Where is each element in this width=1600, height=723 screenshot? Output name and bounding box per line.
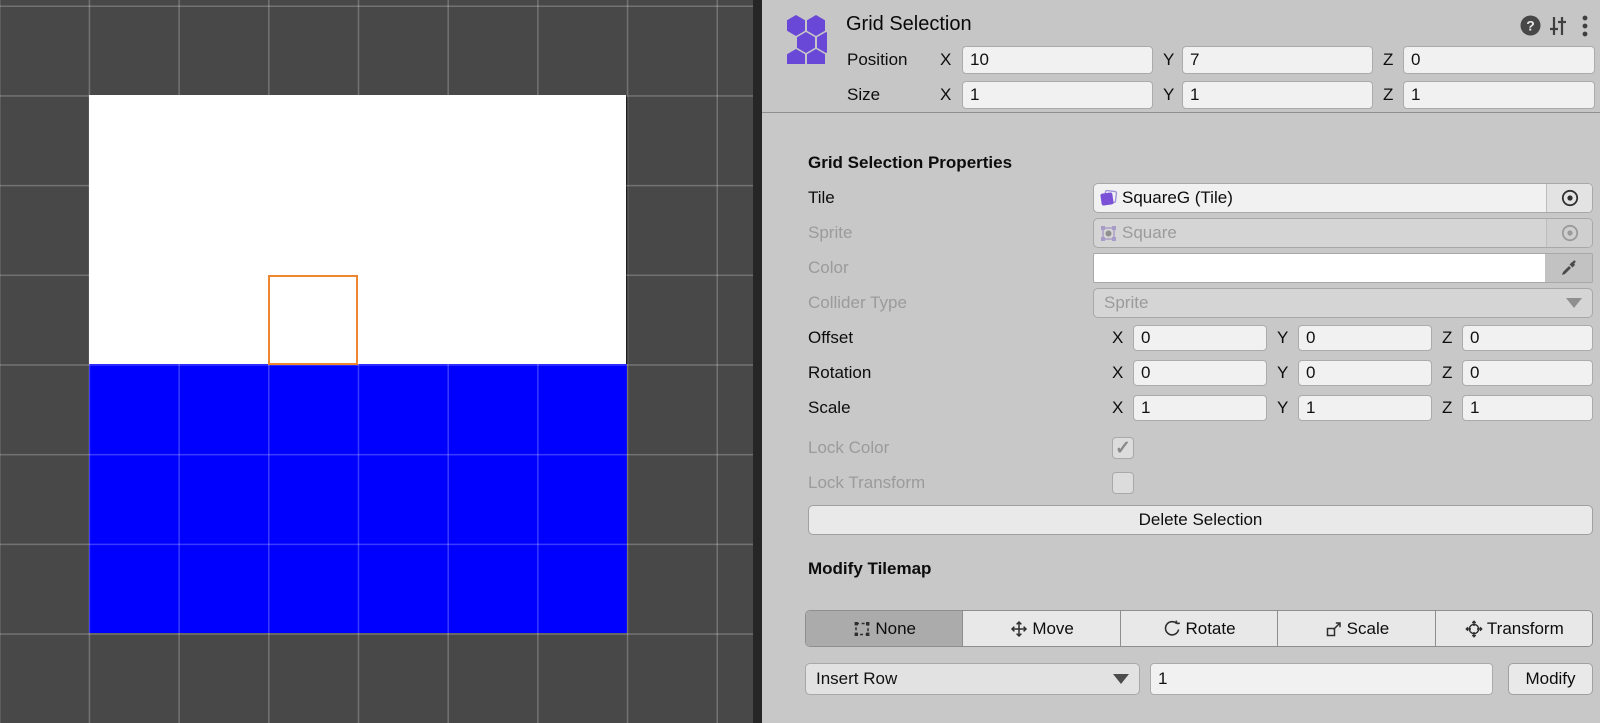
check-icon: ✓ xyxy=(1115,437,1131,460)
rotate-icon xyxy=(1162,619,1182,639)
modify-button-label: Modify xyxy=(1525,669,1575,689)
tool-none-label: None xyxy=(875,619,916,639)
lock-transform-label: Lock Transform xyxy=(808,472,925,494)
color-swatch[interactable] xyxy=(1093,253,1593,283)
offset-y-input[interactable] xyxy=(1298,325,1432,351)
scene-view[interactable] xyxy=(0,0,753,723)
position-y-input[interactable] xyxy=(1182,46,1373,74)
svg-text:?: ? xyxy=(1526,18,1535,34)
collider-type-label: Collider Type xyxy=(808,292,907,314)
scale-y-label: Y xyxy=(1277,397,1288,419)
tilemap-action-value: Insert Row xyxy=(816,669,1113,689)
delete-selection-label: Delete Selection xyxy=(1139,510,1263,530)
position-z-input[interactable] xyxy=(1403,46,1595,74)
size-y-label: Y xyxy=(1163,84,1174,106)
tile-asset-icon xyxy=(1099,189,1118,208)
grid-selection-properties-heading: Grid Selection Properties xyxy=(808,152,1012,174)
position-z-label: Z xyxy=(1383,49,1393,71)
panel-title: Grid Selection xyxy=(846,13,972,36)
inspector-header: Grid Selection ? xyxy=(762,0,1600,113)
modify-button[interactable]: Modify xyxy=(1508,663,1593,695)
tilemap-action-dropdown[interactable]: Insert Row xyxy=(805,663,1140,695)
offset-label: Offset xyxy=(808,327,853,349)
sprite-object-field: Square xyxy=(1093,218,1593,248)
tool-move-label: Move xyxy=(1032,619,1074,639)
rotation-label: Rotation xyxy=(808,362,871,384)
tilemap-blue-region xyxy=(89,364,627,633)
delete-selection-button[interactable]: Delete Selection xyxy=(808,505,1593,535)
modify-tool-group: None Move R xyxy=(805,610,1593,647)
rotation-z-label: Z xyxy=(1442,362,1452,384)
tool-transform-label: Transform xyxy=(1487,619,1564,639)
position-label: Position xyxy=(847,49,907,71)
tile-value: SquareG (Tile) xyxy=(1122,188,1233,208)
offset-y-label: Y xyxy=(1277,327,1288,349)
size-x-input[interactable] xyxy=(962,81,1153,109)
scale-icon xyxy=(1324,619,1344,639)
object-picker-icon-disabled xyxy=(1546,219,1592,247)
position-y-label: Y xyxy=(1163,49,1174,71)
collider-type-dropdown: Sprite xyxy=(1093,288,1593,318)
rotation-y-input[interactable] xyxy=(1298,360,1432,386)
chevron-down-icon xyxy=(1113,674,1129,684)
chevron-down-icon xyxy=(1566,298,1582,308)
object-picker-icon[interactable] xyxy=(1546,184,1592,212)
panel-divider[interactable] xyxy=(753,0,762,723)
tool-scale-label: Scale xyxy=(1347,619,1390,639)
help-icon[interactable]: ? xyxy=(1520,15,1541,36)
position-x-label: X xyxy=(940,49,951,71)
lock-transform-checkbox xyxy=(1112,472,1134,494)
tilemap-white-region xyxy=(89,95,627,364)
inspector-panel: Grid Selection ? xyxy=(762,0,1600,723)
scale-z-label: Z xyxy=(1442,397,1452,419)
move-arrows-icon xyxy=(1009,619,1029,639)
rotation-x-input[interactable] xyxy=(1133,360,1267,386)
tool-scale-button[interactable]: Scale xyxy=(1278,611,1435,646)
rotation-y-label: Y xyxy=(1277,362,1288,384)
scale-x-input[interactable] xyxy=(1133,395,1267,421)
scale-y-input[interactable] xyxy=(1298,395,1432,421)
size-z-label: Z xyxy=(1383,84,1393,106)
offset-x-label: X xyxy=(1112,327,1123,349)
grid-selection-icon xyxy=(783,14,827,64)
tool-none-button[interactable]: None xyxy=(806,611,963,646)
tilemap-right-edge xyxy=(626,95,628,364)
size-y-input[interactable] xyxy=(1182,81,1373,109)
tool-rotate-button[interactable]: Rotate xyxy=(1121,611,1278,646)
sprite-label: Sprite xyxy=(808,222,852,244)
lock-color-checkbox: ✓ xyxy=(1112,437,1134,459)
tile-object-field[interactable]: SquareG (Tile) xyxy=(1093,183,1593,213)
presets-icon[interactable] xyxy=(1548,16,1568,36)
tool-transform-button[interactable]: Transform xyxy=(1436,611,1592,646)
transform-icon xyxy=(1464,619,1484,639)
collider-type-value: Sprite xyxy=(1104,293,1566,313)
tool-rotate-label: Rotate xyxy=(1185,619,1235,639)
offset-x-input[interactable] xyxy=(1133,325,1267,351)
size-x-label: X xyxy=(940,84,951,106)
modify-tilemap-heading: Modify Tilemap xyxy=(808,558,931,580)
grid-selection-outline xyxy=(268,275,358,365)
tool-move-button[interactable]: Move xyxy=(963,611,1120,646)
selection-rect-icon xyxy=(852,619,872,639)
eyedropper-icon[interactable] xyxy=(1545,254,1592,282)
action-count-input[interactable] xyxy=(1150,663,1493,695)
scale-label: Scale xyxy=(808,397,851,419)
size-label: Size xyxy=(847,84,880,106)
offset-z-input[interactable] xyxy=(1462,325,1593,351)
position-x-input[interactable] xyxy=(962,46,1153,74)
more-options-icon[interactable] xyxy=(1582,15,1588,37)
scale-x-label: X xyxy=(1112,397,1123,419)
sprite-value: Square xyxy=(1122,223,1177,243)
rotation-z-input[interactable] xyxy=(1462,360,1593,386)
color-label: Color xyxy=(808,257,849,279)
tile-label: Tile xyxy=(808,187,835,209)
app-window: Grid Selection ? xyxy=(0,0,1600,723)
sprite-asset-icon xyxy=(1099,224,1118,243)
scale-z-input[interactable] xyxy=(1462,395,1593,421)
lock-color-label: Lock Color xyxy=(808,437,889,459)
rotation-x-label: X xyxy=(1112,362,1123,384)
size-z-input[interactable] xyxy=(1403,81,1595,109)
offset-z-label: Z xyxy=(1442,327,1452,349)
